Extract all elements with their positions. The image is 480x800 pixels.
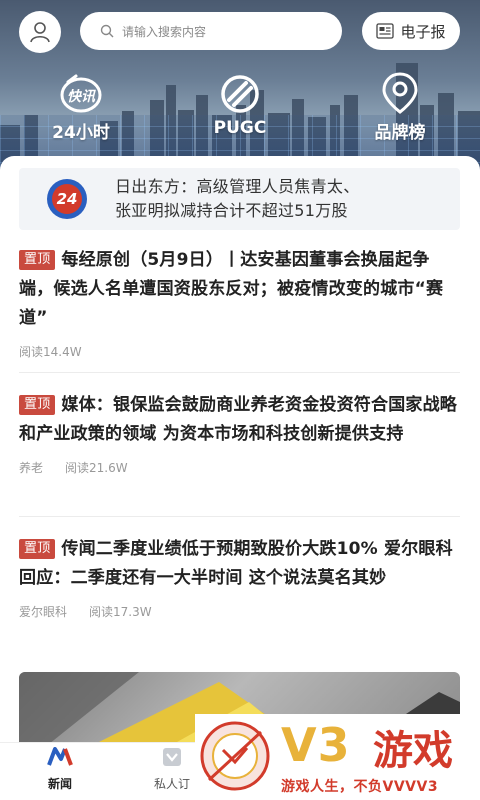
search-icon <box>100 24 114 38</box>
watermark-overlay: V3 游戏 游戏人生，不负VVVV3 <box>195 714 480 800</box>
article-tag: 养老 <box>19 461 44 475</box>
breaking-text-line: 张亚明拟减持合计不超过51万股 <box>115 201 348 220</box>
article-reads: 阅读17.3W <box>89 605 152 619</box>
pugc-icon <box>221 75 259 113</box>
news-logo-icon <box>47 747 73 766</box>
breaking-text-line: 日出东方：高级管理人员焦青太、 <box>115 177 360 196</box>
quick-link-label: 24小时 <box>52 123 110 143</box>
article-item[interactable]: 置顶 传闻二季度业绩低于预期致股价大跌10% 爱尔眼科回应：二季度还有一大半时间 … <box>19 535 460 620</box>
badge-text: 24 <box>57 190 78 208</box>
subscribe-icon <box>163 748 181 766</box>
kuaixun-icon-text: 快讯 <box>67 88 96 105</box>
article-title: 媒体：银保监会鼓励商业养老资金投资符合国家战略和产业政策的领域 为资本市场和科技… <box>19 395 458 444</box>
kuaixun-icon: 快讯 <box>60 74 102 113</box>
pinned-badge: 置顶 <box>19 250 56 270</box>
divider <box>19 516 460 517</box>
pinned-badge: 置顶 <box>19 395 56 415</box>
quick-link-pugc[interactable]: PUGC <box>185 72 295 138</box>
location-pin-icon <box>382 72 418 114</box>
article-reads: 阅读14.4W <box>19 345 82 359</box>
24h-badge-icon: 24 <box>47 179 87 219</box>
quick-link-label: 品牌榜 <box>374 123 426 143</box>
avatar-button[interactable] <box>19 11 61 53</box>
article-meta: 阅读14.4W <box>19 343 460 360</box>
article-item[interactable]: 置顶 每经原创（5月9日）丨达安基因董事会换届起争端，候选人名单遭国资股东反对；被… <box>19 246 460 360</box>
article-reads: 阅读21.6W <box>65 461 128 475</box>
search-placeholder: 请输入搜索内容 <box>122 24 207 39</box>
article-title: 每经原创（5月9日）丨达安基因董事会换届起争端，候选人名单遭国资股东反对；被疫情… <box>19 250 444 328</box>
article-title: 传闻二季度业绩低于预期致股价大跌10% 爱尔眼科回应：二季度还有一大半时间 这个… <box>19 539 453 588</box>
article-meta: 爱尔眼科 阅读17.3W <box>19 603 460 620</box>
watermark-brand: V3 <box>281 718 351 772</box>
tab-label: 新闻 <box>47 777 72 791</box>
article-meta: 养老 阅读21.6W <box>19 459 460 476</box>
pinned-badge: 置顶 <box>19 539 56 559</box>
breaking-news-card[interactable]: 24 日出东方：高级管理人员焦青太、 张亚明拟减持合计不超过51万股 <box>19 168 460 230</box>
tab-news[interactable]: 新闻 <box>20 747 100 792</box>
quick-link-brand-rank[interactable]: 品牌榜 <box>345 72 455 143</box>
epaper-button[interactable]: 电子报 <box>362 12 460 50</box>
article-tag: 爱尔眼科 <box>19 605 68 619</box>
user-icon <box>30 22 50 43</box>
watermark-brand-cn: 游戏 <box>373 728 453 774</box>
watermark-logo-icon <box>200 721 270 791</box>
quick-link-24h[interactable]: 快讯 24小时 <box>26 72 136 143</box>
newspaper-icon <box>376 23 395 39</box>
watermark-slogan: 游戏人生，不负VVVV3 <box>281 779 439 795</box>
divider <box>19 372 460 373</box>
quick-link-label: PUGC <box>213 118 267 138</box>
search-bar[interactable]: 请输入搜索内容 <box>80 12 342 50</box>
epaper-label: 电子报 <box>400 22 446 41</box>
article-item[interactable]: 置顶 媒体：银保监会鼓励商业养老资金投资符合国家战略和产业政策的领域 为资本市场和… <box>19 391 460 476</box>
